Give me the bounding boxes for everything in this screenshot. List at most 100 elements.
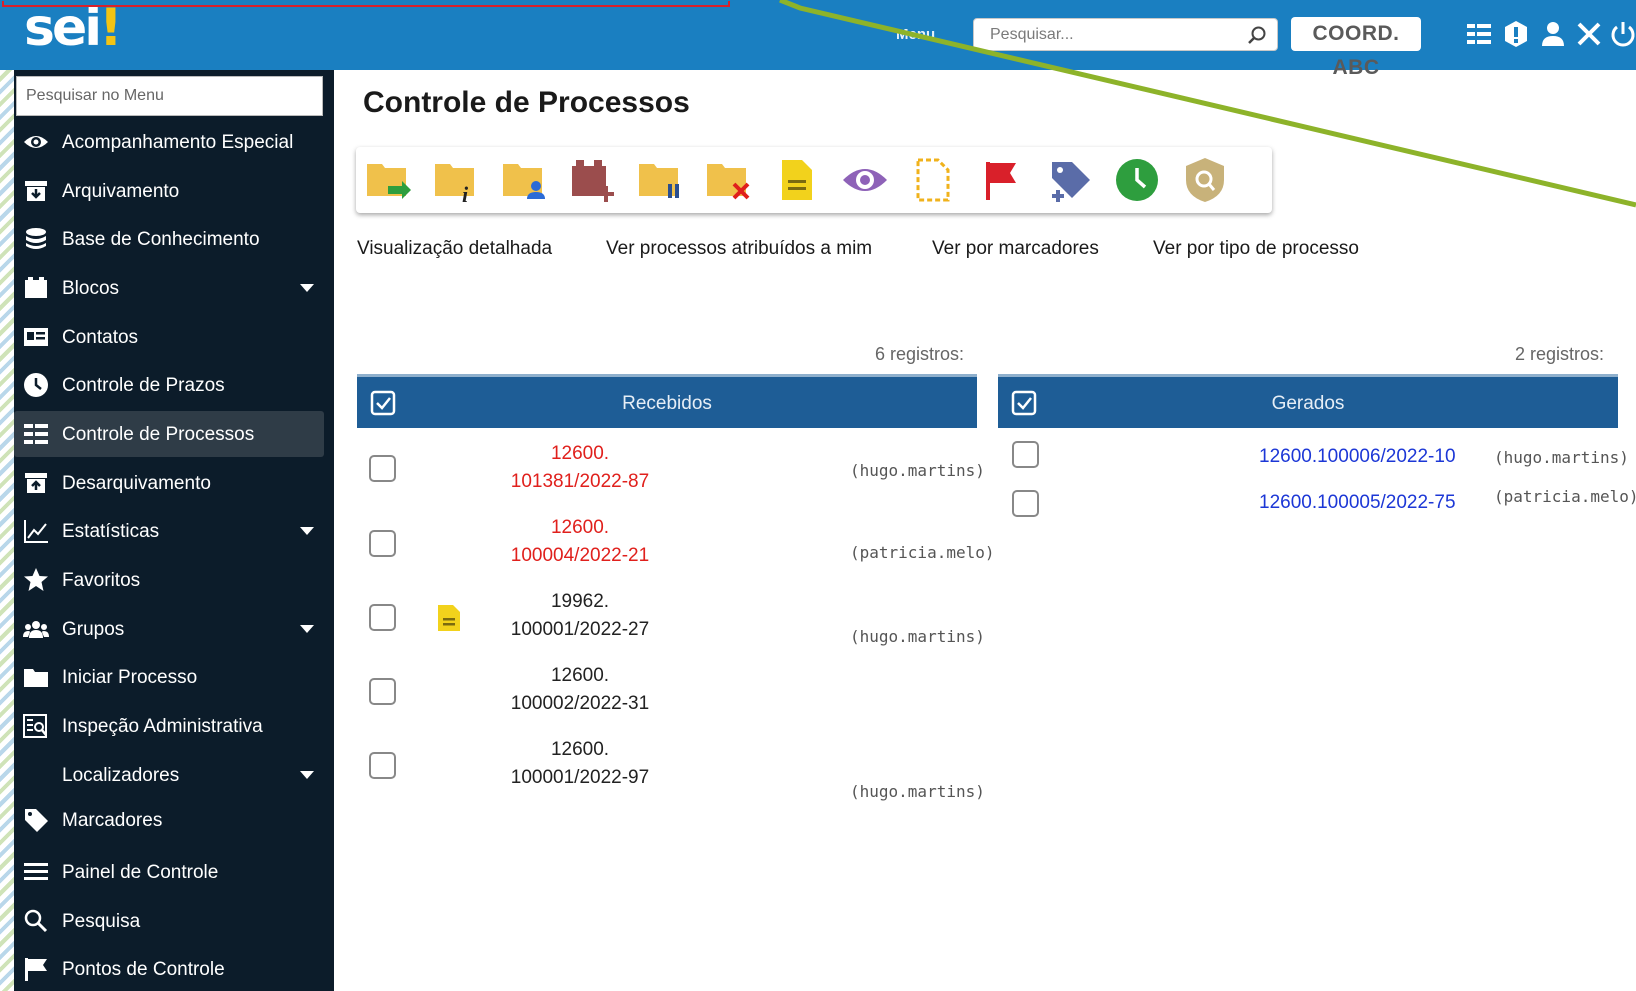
generated-table-header: Gerados — [998, 374, 1618, 428]
sidebar-item-pontos-de-controle[interactable]: Pontos de Controle — [14, 946, 324, 991]
sidebar-item-pesquisa[interactable]: Pesquisa — [14, 898, 324, 944]
assigned-user: (hugo.martins) — [1494, 448, 1629, 467]
process-number-line2: 100001/2022-27 — [510, 619, 650, 640]
link-visualizacao-detalhada[interactable]: Visualização detalhada — [357, 238, 552, 260]
search-icon[interactable] — [1247, 25, 1267, 45]
folder-user-icon[interactable] — [500, 156, 550, 204]
received-process-number[interactable]: 12600. 101381/2022-87 — [505, 440, 655, 496]
row-checkbox[interactable] — [369, 678, 396, 705]
row-checkbox[interactable] — [369, 455, 396, 482]
sidebar-item-inspecao-administrativa[interactable]: Inspeção Administrativa — [14, 703, 324, 749]
block-add-icon[interactable] — [568, 156, 618, 204]
sidebar-item-iniciar-processo[interactable]: Iniciar Processo — [14, 654, 324, 700]
caret-down-icon — [300, 625, 314, 633]
process-number-line2: 100004/2022-21 — [510, 545, 650, 566]
row-checkbox[interactable] — [1012, 441, 1039, 468]
received-count: 6 registros: — [875, 344, 965, 364]
sidebar-item-localizadores[interactable]: Localizadores — [14, 752, 324, 798]
row-checkbox[interactable] — [369, 530, 396, 557]
received-process-number[interactable]: 12600. 100001/2022-97 — [505, 736, 655, 792]
sidebar-item-label: Controle de Prazos — [62, 375, 225, 396]
link-ver-por-marcadores[interactable]: Ver por marcadores — [932, 238, 1099, 260]
received-process-number[interactable]: 12600. 100002/2022-31 — [505, 662, 655, 718]
shield-search-icon[interactable] — [1180, 156, 1230, 204]
menu-label[interactable]: Menu — [896, 26, 935, 43]
folder-close-icon[interactable] — [704, 156, 754, 204]
sidebar-item-blocos[interactable]: Blocos — [14, 265, 324, 311]
sidebar-item-base-de-conhecimento[interactable]: Base de Conhecimento — [14, 216, 324, 262]
row-checkbox[interactable] — [369, 752, 396, 779]
caret-down-icon — [300, 771, 314, 779]
clock-icon — [24, 373, 48, 397]
menu-search-input[interactable] — [17, 77, 322, 115]
received-process-number[interactable]: 19962. 100001/2022-27 — [505, 588, 655, 644]
link-ver-processos-atribuidos[interactable]: Ver processos atribuídos a mim — [606, 238, 872, 260]
sidebar-item-acompanhamento-especial[interactable]: Acompanhamento Especial — [14, 119, 324, 165]
sidebar-item-label: Localizadores — [62, 765, 180, 786]
received-process-number[interactable]: 12600. 100004/2022-21 — [505, 514, 655, 570]
red-flag-icon[interactable] — [976, 156, 1026, 204]
link-ver-por-tipo-de-processo[interactable]: Ver por tipo de processo — [1153, 238, 1359, 260]
generated-header-label: Gerados — [1271, 393, 1345, 414]
power-icon[interactable] — [1608, 19, 1636, 49]
process-number-line1: 12600. — [550, 443, 610, 464]
sidebar-item-label: Inspeção Administrativa — [62, 716, 263, 737]
process-number-line1: 12600. — [550, 517, 610, 538]
document-dashed-icon[interactable] — [908, 156, 958, 204]
user-icon[interactable] — [1538, 19, 1568, 49]
assigned-user: (hugo.martins) — [850, 782, 985, 801]
caret-down-icon — [300, 527, 314, 535]
sidebar-item-marcadores[interactable]: Marcadores — [14, 797, 324, 843]
menu-bars-icon — [24, 863, 48, 880]
folder-icon — [24, 669, 48, 687]
note-icon[interactable] — [435, 603, 463, 633]
received-header-label: Recebidos — [622, 393, 712, 414]
global-search-input[interactable] — [974, 19, 1224, 50]
tag-add-icon[interactable] — [1044, 156, 1094, 204]
process-list-icon — [24, 424, 48, 444]
menu-search — [16, 76, 323, 116]
sidebar-item-label: Pesquisa — [62, 911, 141, 932]
sidebar-item-label: Iniciar Processo — [62, 667, 198, 688]
search-icon — [24, 909, 48, 933]
sidebar-item-painel-de-controle[interactable]: Painel de Controle — [14, 849, 324, 895]
process-number-line1: 12600. — [550, 739, 610, 760]
sidebar-item-estatisticas[interactable]: Estatísticas — [14, 508, 324, 554]
green-clock-icon[interactable] — [1112, 156, 1162, 204]
sidebar-item-controle-de-prazos[interactable]: Controle de Prazos — [14, 362, 324, 408]
generated-process-number[interactable]: 12600.100005/2022-75 — [1259, 492, 1456, 514]
page-title: Controle de Processos — [363, 86, 690, 119]
unarchive-box-icon — [25, 473, 47, 493]
received-table-header: Recebidos — [357, 374, 977, 428]
sidebar-item-contatos[interactable]: Contatos — [14, 314, 324, 360]
folder-info-icon[interactable]: i — [432, 156, 482, 204]
folder-pause-icon[interactable] — [636, 156, 686, 204]
assigned-user: (hugo.martins) — [850, 461, 985, 480]
sidebar-item-desarquivamento[interactable]: Desarquivamento — [14, 460, 324, 506]
assigned-user: (hugo.martins) — [850, 627, 985, 646]
chart-line-icon — [24, 520, 48, 543]
sidebar-item-label: Grupos — [62, 619, 125, 640]
unit-selector[interactable]: COORD. ABC — [1291, 17, 1421, 79]
folder-forward-icon[interactable] — [364, 156, 414, 204]
logo-text: sei — [24, 0, 102, 58]
sidebar-item-label: Pontos de Controle — [62, 959, 225, 980]
alert-icon[interactable] — [1501, 19, 1531, 49]
generated-process-number[interactable]: 12600.100006/2022-10 — [1259, 446, 1456, 468]
note-icon[interactable] — [772, 156, 822, 204]
row-checkbox[interactable] — [1012, 490, 1039, 517]
flag-icon — [25, 958, 47, 981]
eye-icon[interactable] — [840, 156, 890, 204]
tools-icon[interactable] — [1574, 19, 1604, 49]
sidebar-item-label: Arquivamento — [62, 181, 180, 202]
sei-logo[interactable]: sei! — [24, 2, 123, 54]
sidebar-item-favoritos[interactable]: Favoritos — [14, 557, 324, 603]
svg-text:i: i — [462, 182, 469, 204]
sidebar-item-controle-de-processos[interactable]: Controle de Processos — [14, 411, 324, 457]
assigned-user: (patricia.melo) — [850, 543, 995, 562]
sidebar-item-arquivamento[interactable]: Arquivamento — [14, 168, 324, 214]
list-icon[interactable] — [1464, 19, 1494, 49]
sidebar-item-grupos[interactable]: Grupos — [14, 606, 324, 652]
row-checkbox[interactable] — [369, 604, 396, 631]
sidebar-item-label: Marcadores — [62, 810, 163, 831]
